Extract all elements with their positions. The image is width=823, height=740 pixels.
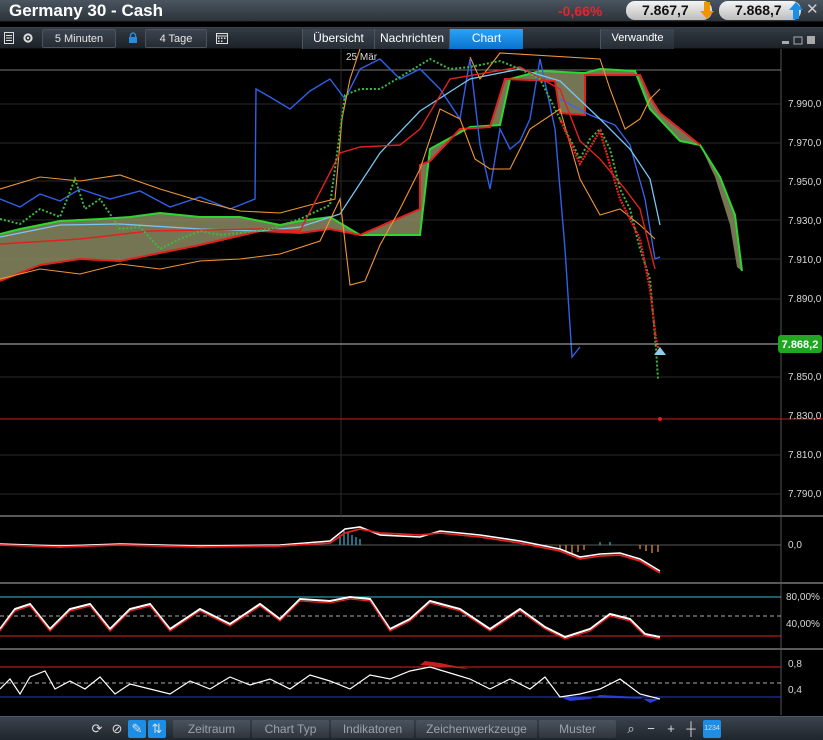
zeitraum-button[interactable]: Zeitraum [173,720,250,738]
interval-select[interactable]: 5 Minuten [42,29,116,48]
tab-verwandte[interactable]: Verwandte [600,29,674,49]
bid-price: 7.867,7 [642,2,689,18]
tab-label: Nachrichten [379,31,445,45]
title-bar: Germany 30 - Cash -0,66% 7.867,7 7.868,7… [0,0,823,22]
macd-panel: 0,0 [0,526,802,574]
svg-text:7.790,0: 7.790,0 [788,489,822,500]
ask-price-button[interactable]: 7.868,7 [719,1,803,20]
svg-text:0,0: 0,0 [788,540,802,551]
chart-typ-button[interactable]: Chart Typ [252,720,329,738]
refresh-icon[interactable]: ⟳ [88,720,106,738]
oscillator-panel: 0,8 0,4 [0,659,802,703]
tab-label: Übersicht [313,31,364,45]
minimize-icon [782,41,789,44]
svg-text:7.910,0: 7.910,0 [788,255,822,266]
svg-text:40,00%: 40,00% [786,619,820,630]
svg-text:7.810,0: 7.810,0 [788,450,822,461]
svg-text:7.970,0: 7.970,0 [788,138,822,149]
arrow-up-blue-icon [789,2,803,19]
no-entry-icon[interactable]: ⊘ [108,720,126,738]
pencil-icon[interactable]: ✎ [128,720,146,738]
zeichenwerkzeuge-button[interactable]: Zeichenwerkzeuge [416,720,537,738]
current-price: 7.868,2 [782,339,819,351]
crosshair-icon[interactable]: ┼ [682,720,700,738]
button-label: Zeitraum [187,722,236,736]
interval-value: 5 Minuten [54,33,104,45]
maximize-icon [807,36,815,44]
zoom-out-icon[interactable]: − [642,720,660,738]
lock-icon[interactable] [127,32,139,44]
svg-text:0,8: 0,8 [788,659,802,670]
calendar-icon[interactable] [216,32,228,44]
ichimoku-cloud [0,69,742,281]
gear-icon[interactable] [22,32,34,44]
svg-text:7.850,0: 7.850,0 [788,372,822,383]
price-axis: 7.990,0 7.970,0 7.950,0 7.930,0 7.910,0 … [788,99,822,500]
sort-icon[interactable]: ⇅ [148,720,166,738]
bottom-toolbar: ⟳ ⊘ ✎ ⇅ Zeitraum Chart Typ Indikatoren Z… [0,716,823,740]
indikatoren-button[interactable]: Indikatoren [331,720,414,738]
tab-chart[interactable]: Chart [449,29,523,49]
document-icon[interactable] [3,32,15,44]
search-icon[interactable]: ⌕ [622,720,640,738]
daily-change: -0,66% [558,3,603,19]
tab-label: Chart [471,31,502,45]
close-icon[interactable]: ✕ [806,0,819,20]
muster-button[interactable]: Muster [539,720,616,738]
svg-text:7.950,0: 7.950,0 [788,177,822,188]
button-label: Muster [559,722,596,736]
tab-uebersicht[interactable]: Übersicht [302,29,374,49]
svg-text:7.830,0: 7.830,0 [788,411,822,422]
svg-text:80,00%: 80,00% [786,592,820,603]
svg-text:7.990,0: 7.990,0 [788,99,822,110]
range-select[interactable]: 4 Tage [145,29,207,48]
tab-nachrichten[interactable]: Nachrichten [374,29,449,49]
restore-icon [793,36,803,45]
tab-label: Verwandte [611,32,664,44]
stochastic-panel: 80,00% 40,00% [0,592,820,640]
bid-price-button[interactable]: 7.867,7 [626,1,714,20]
range-value: 4 Tage [159,33,193,45]
button-label: Zeichenwerkzeuge [426,722,527,736]
numbers-icon-label: 1234 [704,725,720,732]
zoom-in-icon[interactable]: + [662,720,680,738]
ask-price: 7.868,7 [735,2,782,18]
svg-text:7.930,0: 7.930,0 [788,216,822,227]
button-label: Indikatoren [342,722,403,736]
numbers-icon[interactable]: 1234 [703,720,721,738]
svg-text:0,4: 0,4 [788,685,802,696]
instrument-title: Germany 30 - Cash [9,1,164,20]
date-marker: 25 Mär [346,52,378,63]
price-chart[interactable]: 25 Mär 7.868,2 7.990,0 7.970,0 7.950,0 7… [0,49,823,715]
svg-text:7.890,0: 7.890,0 [788,294,822,305]
window-controls[interactable] [781,35,817,45]
button-label: Chart Typ [264,722,317,736]
arrow-down-orange-icon [700,2,714,19]
alert-marker-icon [654,347,666,355]
chart-toolbar: 5 Minuten 4 Tage Übersicht Nachrichten C… [0,27,823,49]
